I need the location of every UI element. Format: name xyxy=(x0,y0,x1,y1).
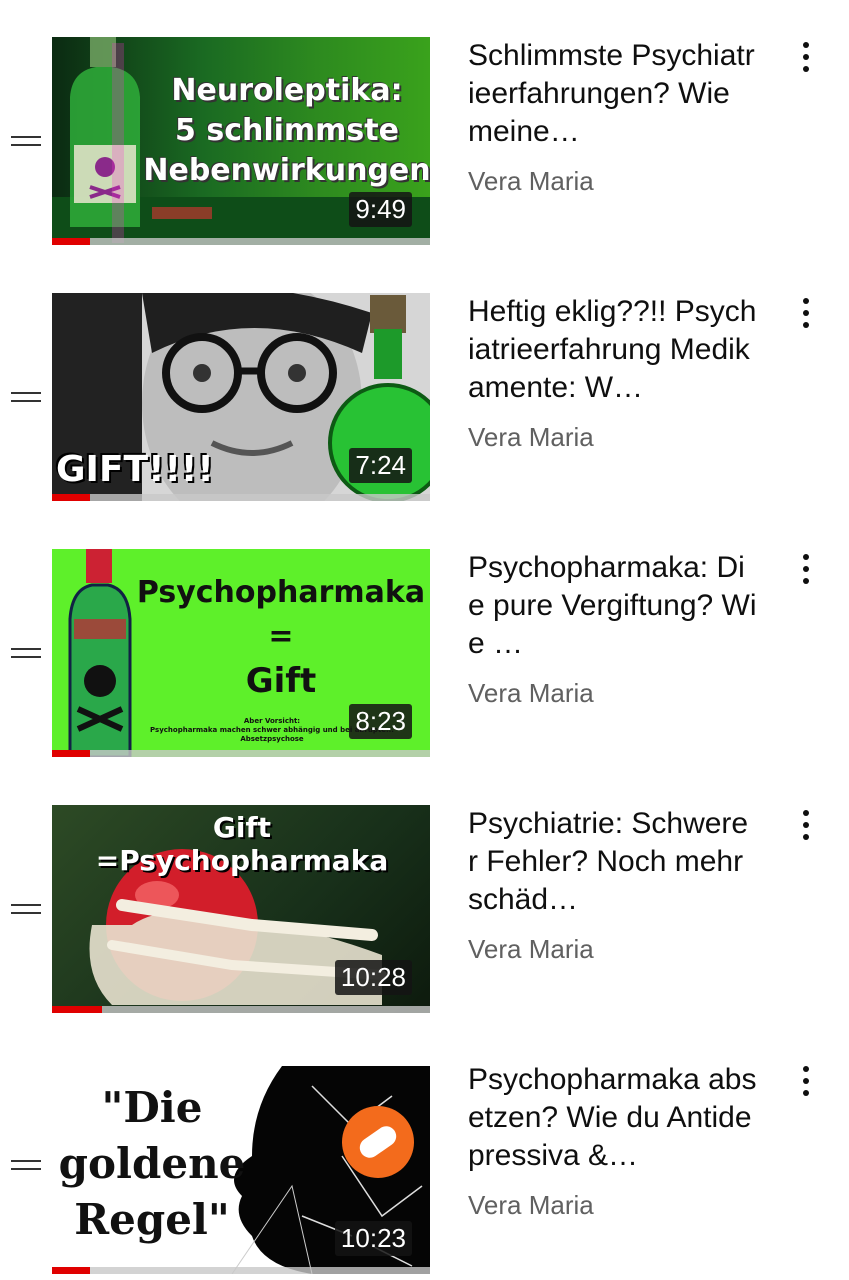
drag-handle-icon[interactable] xyxy=(11,1160,41,1170)
video-title[interactable]: Psychopharmaka absetzen? Wie du Antidepr… xyxy=(468,1061,758,1175)
drag-handle-icon[interactable] xyxy=(11,392,41,402)
thumbnail-caption: GIFT!!!! xyxy=(56,449,214,490)
thumbnail-caption-line: Nebenwirkungen xyxy=(143,153,430,188)
channel-name[interactable]: Vera Maria xyxy=(468,422,594,453)
thumbnail-caption-line: = xyxy=(268,619,294,654)
channel-name[interactable]: Vera Maria xyxy=(468,166,594,197)
thumbnail-caption-line: "Die xyxy=(101,1083,203,1132)
more-options-icon[interactable] xyxy=(796,808,816,842)
duration-badge: 9:49 xyxy=(349,192,412,227)
thumbnail-caption: "Die goldene Regel" xyxy=(52,1080,252,1248)
thumbnail-caption-line: goldene xyxy=(58,1139,246,1188)
video-title[interactable]: Schlimmste Psychiatrieerfahrungen? Wie m… xyxy=(468,37,758,151)
watch-progress-track xyxy=(52,1006,430,1013)
video-title[interactable]: Psychopharmaka: Die pure Vergiftung? Wie… xyxy=(468,549,758,663)
watch-progress-bar xyxy=(52,494,90,501)
video-list-item[interactable]: Neuroleptika: 5 schlimmste Nebenwirkunge… xyxy=(0,0,849,256)
thumbnail-caption-line: Gift xyxy=(245,661,317,701)
watch-progress-bar xyxy=(52,1006,102,1013)
watch-progress-track xyxy=(52,1267,430,1274)
more-options-icon[interactable] xyxy=(796,40,816,74)
duration-badge: 10:23 xyxy=(334,1221,412,1256)
drag-handle-icon[interactable] xyxy=(11,136,41,146)
duration-badge: 8:23 xyxy=(349,704,412,739)
thumbnail-caption-line: Neuroleptika: xyxy=(171,73,403,108)
video-title[interactable]: Psychiatrie: Schwerer Fehler? Noch mehr … xyxy=(468,805,758,919)
thumbnail-caption-line: Gift =Psychopharmaka xyxy=(95,811,389,877)
video-thumbnail[interactable]: Gift =Psychopharmaka 10:28 xyxy=(52,805,430,1013)
video-thumbnail[interactable]: Psychopharmaka = Gift Aber Vorsicht: Psy… xyxy=(52,549,430,757)
drag-handle-icon[interactable] xyxy=(11,648,41,658)
watch-progress-bar xyxy=(52,750,90,757)
thumbnail-caption: Psychopharmaka = Gift xyxy=(132,571,430,703)
video-list-item[interactable]: Gift =Psychopharmaka 10:28 Psychiatrie: … xyxy=(0,768,849,1024)
thumbnail-caption-line: Psychopharmaka xyxy=(136,575,426,610)
watch-progress-track xyxy=(52,238,430,245)
duration-badge: 7:24 xyxy=(349,448,412,483)
video-list-item[interactable]: Psychopharmaka = Gift Aber Vorsicht: Psy… xyxy=(0,512,849,768)
watch-progress-track xyxy=(52,494,430,501)
watch-progress-track xyxy=(52,750,430,757)
channel-name[interactable]: Vera Maria xyxy=(468,678,594,709)
thumbnail-caption-line: GIFT!!!! xyxy=(56,449,214,490)
video-list-item[interactable]: "Die goldene Regel" 10:23 Psychopharmaka… xyxy=(0,1024,849,1280)
drag-handle-icon[interactable] xyxy=(11,904,41,914)
more-options-icon[interactable] xyxy=(796,296,816,330)
video-title[interactable]: Heftig eklig??!! Psychiatrieerfahrung Me… xyxy=(468,293,758,407)
thumbnail-caption: Neuroleptika: 5 schlimmste Nebenwirkunge… xyxy=(142,71,430,191)
video-thumbnail[interactable]: "Die goldene Regel" 10:23 xyxy=(52,1066,430,1274)
thumbnail-caption: Gift =Psychopharmaka xyxy=(62,811,422,877)
video-thumbnail[interactable]: Neuroleptika: 5 schlimmste Nebenwirkunge… xyxy=(52,37,430,245)
channel-name[interactable]: Vera Maria xyxy=(468,934,594,965)
video-thumbnail[interactable]: GIFT!!!! 7:24 xyxy=(52,293,430,501)
watch-progress-bar xyxy=(52,1267,90,1274)
channel-name[interactable]: Vera Maria xyxy=(468,1190,594,1221)
watch-progress-bar xyxy=(52,238,90,245)
thumbnail-caption-line: 5 schlimmste xyxy=(175,113,399,148)
duration-badge: 10:28 xyxy=(334,960,412,995)
more-options-icon[interactable] xyxy=(796,1064,816,1098)
more-options-icon[interactable] xyxy=(796,552,816,586)
thumbnail-caption-line: Regel" xyxy=(74,1195,230,1244)
video-list-item[interactable]: GIFT!!!! 7:24 Heftig eklig??!! Psychiatr… xyxy=(0,256,849,512)
